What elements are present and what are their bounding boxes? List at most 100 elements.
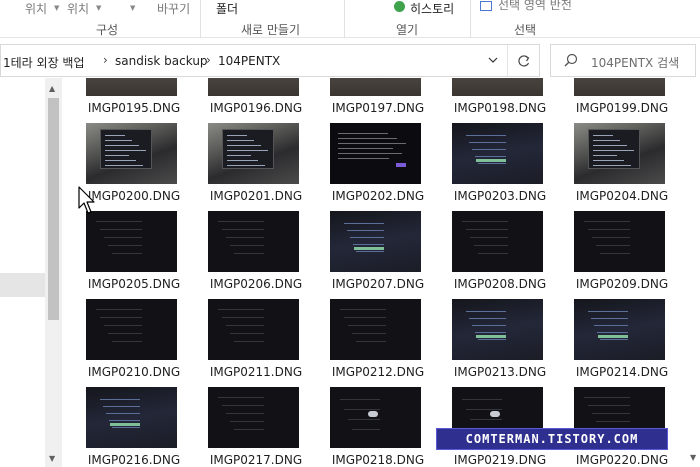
file-thumbnail[interactable] — [330, 78, 421, 96]
file-name[interactable]: IMGP0196.DNG — [197, 101, 315, 115]
file-name[interactable]: IMGP0208.DNG — [441, 277, 559, 291]
file-item[interactable]: IMGP0211.DNG — [197, 299, 315, 387]
ribbon-location-button-1[interactable]: 위치 — [25, 0, 47, 17]
file-name[interactable]: IMGP0214.DNG — [563, 365, 681, 379]
file-item[interactable]: IMGP0209.DNG — [563, 211, 681, 299]
search-input[interactable]: 104PENTX 검색 — [591, 54, 679, 71]
breadcrumb-drive[interactable]: 1테라 외장 백업 — [3, 54, 85, 71]
nav-selected-item[interactable] — [0, 273, 45, 297]
ribbon-paste-button[interactable]: 바꾸기 — [157, 0, 190, 17]
ribbon-history-button[interactable]: 히스토리 — [410, 0, 454, 17]
file-thumbnail[interactable] — [330, 299, 421, 360]
file-name[interactable]: IMGP0212.DNG — [319, 365, 437, 379]
file-thumbnail[interactable] — [208, 78, 299, 96]
file-name[interactable]: IMGP0197.DNG — [319, 101, 437, 115]
file-thumbnail[interactable] — [208, 123, 299, 184]
file-item[interactable]: IMGP0201.DNG — [197, 123, 315, 211]
file-item[interactable]: IMGP0213.DNG — [441, 299, 559, 387]
file-thumbnail[interactable] — [574, 78, 665, 96]
file-thumbnail[interactable] — [86, 123, 177, 184]
file-item[interactable]: IMGP0219.DNG — [441, 387, 559, 467]
file-thumbnail[interactable] — [208, 299, 299, 360]
file-thumbnail[interactable] — [86, 211, 177, 272]
file-name[interactable]: IMGP0207.DNG — [319, 277, 437, 291]
file-name[interactable]: IMGP0211.DNG — [197, 365, 315, 379]
file-item[interactable]: IMGP0198.DNG — [441, 78, 559, 123]
file-item[interactable]: IMGP0218.DNG — [319, 387, 437, 467]
chevron-down-icon[interactable]: ▼ — [130, 4, 135, 12]
file-grid[interactable]: IMGP0195.DNG IMGP0196.DNG IMGP0197.DNG IMGP… — [62, 78, 700, 467]
file-item[interactable]: IMGP0196.DNG — [197, 78, 315, 123]
file-thumbnail[interactable] — [330, 211, 421, 272]
chevron-right-icon[interactable]: › — [206, 53, 211, 67]
file-item[interactable]: IMGP0195.DNG — [75, 78, 193, 123]
breadcrumb-folder[interactable]: sandisk backup — [115, 54, 208, 68]
file-item[interactable]: IMGP0214.DNG — [563, 299, 681, 387]
file-name[interactable]: IMGP0218.DNG — [319, 453, 437, 467]
file-item[interactable]: IMGP0205.DNG — [75, 211, 193, 299]
file-name[interactable]: IMGP0198.DNG — [441, 101, 559, 115]
scrollbar-thumb[interactable] — [48, 98, 59, 320]
chevron-right-icon[interactable]: › — [103, 53, 108, 67]
file-name[interactable]: IMGP0216.DNG — [75, 453, 193, 467]
file-thumbnail[interactable] — [452, 78, 543, 96]
address-dropdown[interactable] — [481, 45, 505, 76]
scroll-down-icon[interactable]: ▼ — [690, 453, 696, 462]
file-name[interactable]: IMGP0205.DNG — [75, 277, 193, 291]
file-item[interactable]: IMGP0208.DNG — [441, 211, 559, 299]
select-icon — [480, 1, 492, 11]
file-thumbnail[interactable] — [86, 78, 177, 96]
file-thumbnail[interactable] — [574, 211, 665, 272]
file-name[interactable]: IMGP0206.DNG — [197, 277, 315, 291]
file-thumbnail[interactable] — [574, 123, 665, 184]
file-item[interactable]: IMGP0212.DNG — [319, 299, 437, 387]
file-name[interactable]: IMGP0213.DNG — [441, 365, 559, 379]
file-name[interactable]: IMGP0217.DNG — [197, 453, 315, 467]
refresh-button[interactable] — [507, 45, 539, 76]
scroll-down-icon[interactable]: ▼ — [49, 454, 55, 463]
nav-scrollbar[interactable]: ▲ ▼ — [45, 78, 62, 467]
file-item[interactable]: IMGP0199.DNG — [563, 78, 681, 123]
search-box[interactable]: 104PENTX 검색 — [550, 44, 696, 77]
file-thumbnail[interactable] — [86, 387, 177, 448]
address-bar[interactable]: 1테라 외장 백업 › sandisk backup › 104PENTX — [0, 44, 540, 77]
ribbon-folder-button[interactable]: 폴더 — [216, 0, 238, 17]
file-name[interactable]: IMGP0201.DNG — [197, 189, 315, 203]
file-item[interactable]: IMGP0197.DNG — [319, 78, 437, 123]
file-name[interactable]: IMGP0202.DNG — [319, 189, 437, 203]
file-thumbnail[interactable] — [452, 123, 543, 184]
file-item[interactable]: IMGP0206.DNG — [197, 211, 315, 299]
breadcrumb-current[interactable]: 104PENTX — [218, 54, 280, 68]
file-item[interactable]: IMGP0220.DNG — [563, 387, 681, 467]
file-name[interactable]: IMGP0219.DNG — [441, 453, 559, 467]
file-name[interactable]: IMGP0204.DNG — [563, 189, 681, 203]
file-name[interactable]: IMGP0195.DNG — [75, 101, 193, 115]
file-thumbnail[interactable] — [208, 387, 299, 448]
file-thumbnail[interactable] — [452, 211, 543, 272]
navigation-pane[interactable] — [0, 78, 45, 467]
file-name[interactable]: IMGP0209.DNG — [563, 277, 681, 291]
file-thumbnail[interactable] — [330, 123, 421, 184]
file-item[interactable]: IMGP0203.DNG — [441, 123, 559, 211]
file-thumbnail[interactable] — [452, 299, 543, 360]
file-item[interactable]: IMGP0216.DNG — [75, 387, 193, 467]
file-item[interactable]: IMGP0207.DNG — [319, 211, 437, 299]
file-item[interactable]: IMGP0204.DNG — [563, 123, 681, 211]
chevron-down-icon[interactable]: ▼ — [54, 4, 59, 12]
file-name[interactable]: IMGP0203.DNG — [441, 189, 559, 203]
file-thumbnail[interactable] — [208, 211, 299, 272]
ribbon-location-button-2[interactable]: 위치 — [67, 0, 89, 17]
file-item[interactable]: IMGP0217.DNG — [197, 387, 315, 467]
ribbon-group-new: 새로 만들기 — [241, 23, 301, 37]
file-item[interactable]: IMGP0210.DNG — [75, 299, 193, 387]
file-thumbnail[interactable] — [86, 299, 177, 360]
ribbon-invert-selection-button[interactable]: 선택 영역 반전 — [498, 0, 572, 13]
file-name[interactable]: IMGP0199.DNG — [563, 101, 681, 115]
file-thumbnail[interactable] — [574, 299, 665, 360]
file-item[interactable]: IMGP0202.DNG — [319, 123, 437, 211]
file-name[interactable]: IMGP0220.DNG — [563, 453, 681, 467]
file-name[interactable]: IMGP0210.DNG — [75, 365, 193, 379]
file-thumbnail[interactable] — [330, 387, 421, 448]
chevron-down-icon[interactable]: ▼ — [96, 4, 101, 12]
scroll-up-icon[interactable]: ▲ — [49, 84, 55, 93]
